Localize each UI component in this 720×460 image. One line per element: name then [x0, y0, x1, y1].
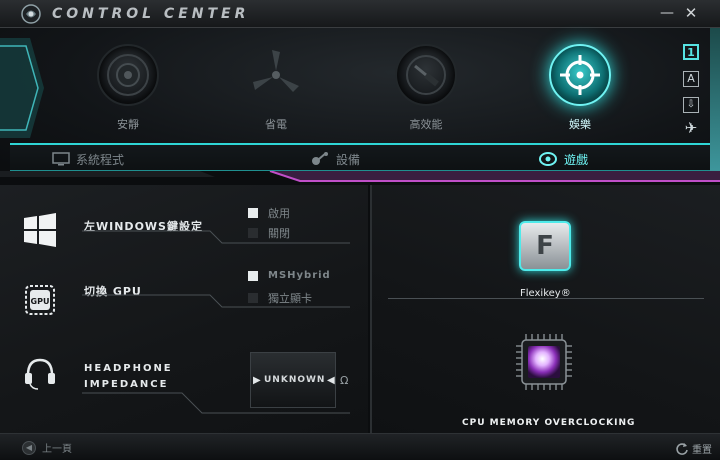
cpu-memory-overclocking-label: CPU MEMORY OVERCLOCKING [462, 418, 636, 428]
cpu-chip-icon[interactable] [512, 332, 576, 392]
minimize-button[interactable]: — [658, 4, 676, 22]
profile-1-button[interactable]: 1 [683, 44, 699, 60]
impedance-prev-arrow-icon[interactable]: ▶ [253, 375, 261, 386]
gpu-mshybrid-option[interactable]: MSHybrid [248, 270, 331, 281]
mode-performance-label: 高效能 [409, 118, 443, 131]
title-bar: CONTROL CENTER — ✕ [0, 0, 720, 28]
gpu-mshybrid-label: MSHybrid [268, 270, 331, 281]
panel-frame-right [710, 28, 720, 178]
device-icon [312, 152, 328, 165]
reset-button[interactable]: 重置 [675, 441, 712, 456]
tab-game[interactable]: 遊戲 [538, 149, 588, 169]
mode-entertainment-label: 娛樂 [569, 118, 591, 131]
windows-key-enable[interactable]: 啟用 [248, 205, 290, 221]
app-title: CONTROL CENTER [52, 6, 250, 22]
windows-logo-icon [24, 213, 56, 247]
fan-icon [245, 44, 307, 106]
back-arrow-icon: ◀ [22, 440, 36, 455]
tab-system[interactable]: 系統程式 [52, 149, 124, 169]
impedance-unit: Ω [340, 374, 349, 387]
tab-device[interactable]: 設備 [310, 149, 360, 169]
mode-performance[interactable]: 高效能 [386, 44, 466, 132]
panel-frame-left [0, 38, 44, 138]
windows-key-enable-checkbox[interactable] [248, 208, 258, 218]
back-button[interactable]: ◀ 上一頁 [22, 440, 72, 455]
accent-band [0, 171, 720, 185]
windows-key-divider [82, 230, 350, 244]
flexikey-key-letter: F [536, 231, 554, 261]
refresh-icon [676, 442, 688, 455]
app-logo-icon [21, 4, 41, 24]
flexikey-button[interactable]: F [519, 221, 571, 271]
impedance-value: UNKNOWN [264, 375, 326, 385]
gpu-divider [82, 294, 350, 308]
mode-quiet[interactable]: 安靜 [88, 44, 168, 132]
headphone-label-line2: IMPEDANCE [84, 379, 169, 390]
gauge-icon [395, 44, 457, 106]
headphone-icon [25, 358, 55, 390]
mode-entertainment[interactable]: 娛樂 [540, 44, 620, 132]
bottom-bar: ◀ 上一頁 重置 [0, 433, 720, 460]
mode-power-saving[interactable]: 省電 [236, 44, 316, 132]
svg-text:GPU: GPU [31, 297, 50, 306]
reset-button-label: 重置 [692, 445, 712, 456]
tab-bar: 系統程式 設備 遊戲 [10, 143, 710, 171]
gpu-mshybrid-checkbox[interactable] [248, 270, 258, 281]
eye-icon [539, 152, 557, 166]
close-button[interactable]: ✕ [682, 4, 700, 22]
mode-quiet-label: 安靜 [117, 118, 139, 131]
impedance-selector[interactable]: ▶ UNKNOWN ◀ [250, 352, 336, 408]
mode-power-label: 省電 [265, 118, 287, 131]
back-button-label: 上一頁 [42, 444, 72, 455]
tab-device-label: 設備 [336, 152, 361, 167]
crosshair-icon [549, 44, 611, 106]
monitor-icon [52, 152, 70, 166]
font-a-button[interactable]: A [683, 71, 699, 87]
speaker-icon [97, 44, 159, 106]
download-icon[interactable]: ⇩ [683, 97, 699, 113]
tab-game-label: 遊戲 [564, 152, 589, 167]
windows-key-enable-label: 啟用 [268, 207, 290, 220]
right-divider [388, 298, 704, 299]
tab-system-label: 系統程式 [76, 152, 125, 167]
headphone-label-line1: HEADPHONE [84, 363, 173, 374]
impedance-next-arrow-icon[interactable]: ◀ [327, 375, 335, 386]
gpu-chip-icon: GPU [25, 285, 55, 315]
airplane-icon[interactable]: ✈ [683, 121, 699, 137]
